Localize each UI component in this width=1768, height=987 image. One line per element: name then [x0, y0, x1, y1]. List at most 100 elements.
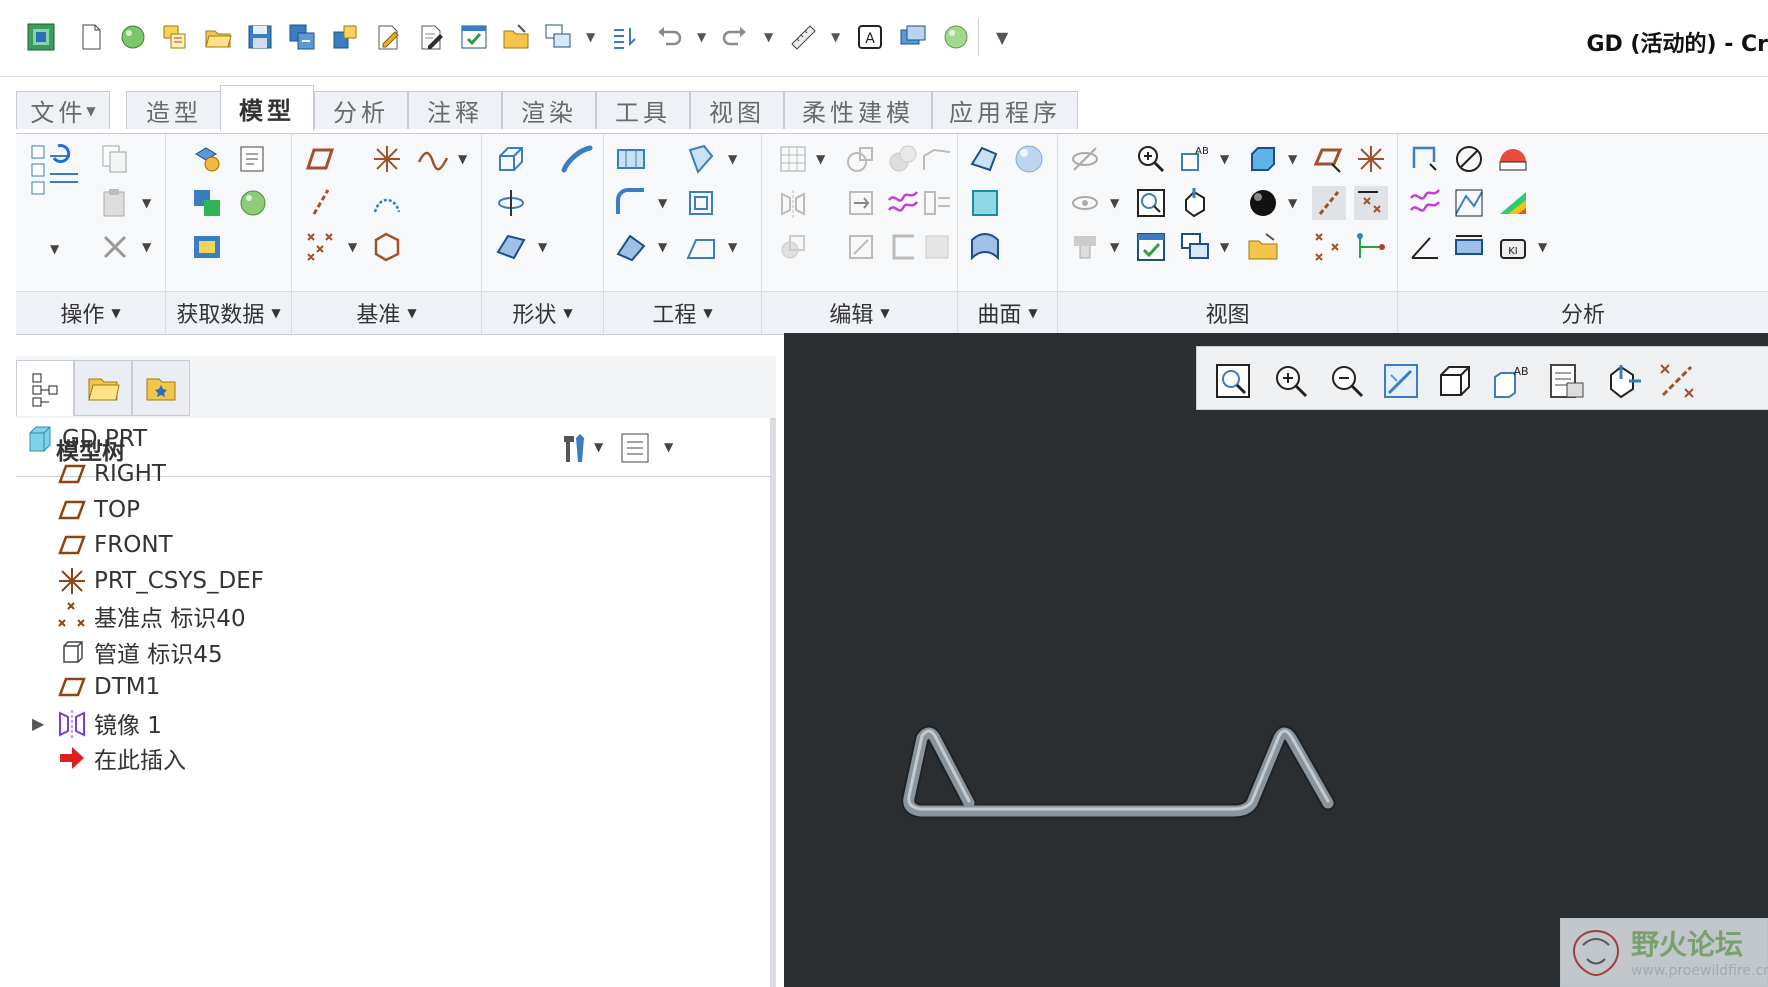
edit-document-icon[interactable]	[416, 22, 446, 52]
window-activate-icon[interactable]	[1134, 230, 1168, 264]
close-folder-icon[interactable]	[501, 22, 531, 52]
group-analysis-label[interactable]: 分析	[1398, 291, 1768, 334]
solidify-icon[interactable]	[844, 230, 878, 264]
group-edit-label[interactable]: 编辑 ▼	[762, 291, 957, 334]
project-icon[interactable]	[844, 186, 878, 220]
group-view-label[interactable]: 视图	[1058, 291, 1397, 334]
refit-icon[interactable]	[1134, 186, 1168, 220]
extend-icon[interactable]	[920, 142, 954, 176]
show-eye-icon[interactable]	[1068, 186, 1102, 220]
freestyle-sphere-icon[interactable]	[1012, 142, 1046, 176]
group-shapes-label[interactable]: 形状 ▼	[482, 291, 603, 334]
measure-distance-icon[interactable]	[1408, 142, 1442, 176]
offset-wave-icon[interactable]	[886, 186, 920, 220]
tab-annotate[interactable]: 注释	[408, 91, 502, 129]
tree-item-root-part[interactable]: GD.PRT	[24, 420, 147, 458]
merge-inheritance-icon[interactable]	[190, 186, 224, 220]
pattern-grid-dropdown-icon[interactable]: ▼	[816, 152, 825, 166]
revolve-icon[interactable]	[494, 186, 528, 220]
mass-properties-icon[interactable]	[1496, 142, 1530, 176]
curvature-wave-icon[interactable]	[1408, 186, 1442, 220]
tree-item-pipe[interactable]: 管道 标识45	[56, 633, 223, 671]
visibility-icon[interactable]	[1068, 230, 1102, 264]
rename-icon[interactable]	[373, 22, 403, 52]
open-folder-icon[interactable]	[203, 22, 233, 52]
tree-settings-dropdown-icon[interactable]: ▼	[594, 440, 603, 454]
refit-view-icon[interactable]	[1213, 361, 1253, 401]
tree-item-right-plane[interactable]: RIGHT	[56, 455, 166, 493]
wrap-icon[interactable]	[886, 230, 920, 264]
shrinkwrap-sphere-icon[interactable]	[236, 186, 270, 220]
operations-more-dropdown-icon[interactable]: ▼	[50, 242, 59, 256]
backup-icon[interactable]	[330, 22, 360, 52]
green-sphere-icon[interactable]	[118, 22, 148, 52]
named-views-dropdown-icon[interactable]: ▼	[1220, 152, 1229, 166]
paste-dropdown-icon[interactable]: ▼	[142, 196, 151, 210]
intersect-icon[interactable]	[776, 230, 810, 264]
spin-center-icon[interactable]	[1354, 230, 1388, 264]
boundary-blend-icon[interactable]	[968, 142, 1002, 176]
regenerate-icon[interactable]	[610, 22, 640, 52]
measure-dropdown-icon[interactable]: ▼	[831, 30, 840, 44]
redo-dropdown-icon[interactable]: ▼	[764, 30, 773, 44]
view-manager-icon[interactable]	[1547, 361, 1587, 401]
delete-x-icon[interactable]	[98, 230, 132, 264]
close-window-folder-icon[interactable]	[1246, 230, 1280, 264]
csys-display-icon[interactable]	[1354, 142, 1388, 176]
visibility-dropdown-icon[interactable]: ▼	[1110, 240, 1119, 254]
switch-windows-dropdown-icon[interactable]: ▼	[586, 30, 595, 44]
style-surface-icon[interactable]	[968, 230, 1002, 264]
datum-plane-tool-icon[interactable]	[304, 142, 338, 176]
draft-analysis-icon[interactable]	[1496, 186, 1530, 220]
show-dropdown-icon[interactable]: ▼	[1110, 196, 1119, 210]
point-display-icon[interactable]	[1354, 186, 1388, 220]
user-defined-feature-icon[interactable]	[190, 142, 224, 176]
switch-windows-icon[interactable]	[543, 22, 573, 52]
trim-icon[interactable]	[844, 142, 878, 176]
tree-item-datum-point[interactable]: 基准点 标识40	[56, 597, 246, 635]
zoom-in-view-icon[interactable]	[1271, 361, 1311, 401]
offset-surface-icon[interactable]	[370, 230, 404, 264]
paste-icon[interactable]	[98, 186, 132, 220]
angle-analysis-icon[interactable]	[1408, 230, 1442, 264]
tab-model[interactable]: 模型	[220, 85, 314, 131]
tab-favorites[interactable]	[132, 360, 190, 416]
remove-icon[interactable]	[920, 230, 954, 264]
green-sphere-2-icon[interactable]	[941, 22, 971, 52]
tab-folder-browser[interactable]	[74, 360, 132, 416]
sketch-icon[interactable]	[370, 186, 404, 220]
tree-item-dtm1[interactable]: DTM1	[56, 668, 160, 706]
named-views-icon[interactable]: AB	[1178, 142, 1212, 176]
pattern-icon[interactable]	[684, 186, 718, 220]
thickness-analysis-icon[interactable]	[1452, 230, 1486, 264]
merge-solids-icon[interactable]	[886, 142, 920, 176]
analysis-dropdown-icon[interactable]: ▼	[1538, 240, 1547, 254]
spin-center-view-icon[interactable]	[1603, 361, 1643, 401]
saved-orientations-icon[interactable]: AB	[1491, 361, 1531, 401]
ki-analysis-icon[interactable]: KI	[1496, 230, 1530, 264]
publish-geometry-icon[interactable]	[190, 230, 224, 264]
zoom-in-icon[interactable]	[1134, 142, 1168, 176]
window-check-icon[interactable]	[459, 22, 489, 52]
undo-dropdown-icon[interactable]: ▼	[697, 30, 706, 44]
tree-item-top-plane[interactable]: TOP	[56, 491, 140, 529]
group-datum-label[interactable]: 基准 ▼	[292, 291, 481, 334]
group-operations-label[interactable]: 操作 ▼	[16, 291, 165, 334]
round-dropdown-icon[interactable]: ▼	[658, 196, 667, 210]
datum-display-filters-icon[interactable]	[1657, 361, 1697, 401]
measure-ruler-icon[interactable]	[788, 22, 818, 52]
extrude-icon[interactable]	[494, 142, 528, 176]
measure-diameter-icon[interactable]	[1452, 142, 1486, 176]
chamfer-icon[interactable]	[614, 230, 648, 264]
tab-render[interactable]: 渲染	[502, 91, 596, 129]
tree-item-csys[interactable]: PRT_CSYS_DEF	[56, 562, 264, 600]
app-logo-icon[interactable]	[26, 22, 56, 52]
zoom-out-view-icon[interactable]	[1327, 361, 1367, 401]
mirror-tool-icon[interactable]	[776, 186, 810, 220]
expand-arrow-icon[interactable]: ▶	[32, 714, 56, 733]
shell-icon[interactable]	[684, 142, 718, 176]
tree-show-list-icon[interactable]	[618, 430, 652, 466]
engineering-top-dropdown-icon[interactable]: ▼	[728, 152, 737, 166]
open-session-icon[interactable]	[160, 22, 190, 52]
tree-settings-tools-icon[interactable]	[556, 430, 592, 466]
